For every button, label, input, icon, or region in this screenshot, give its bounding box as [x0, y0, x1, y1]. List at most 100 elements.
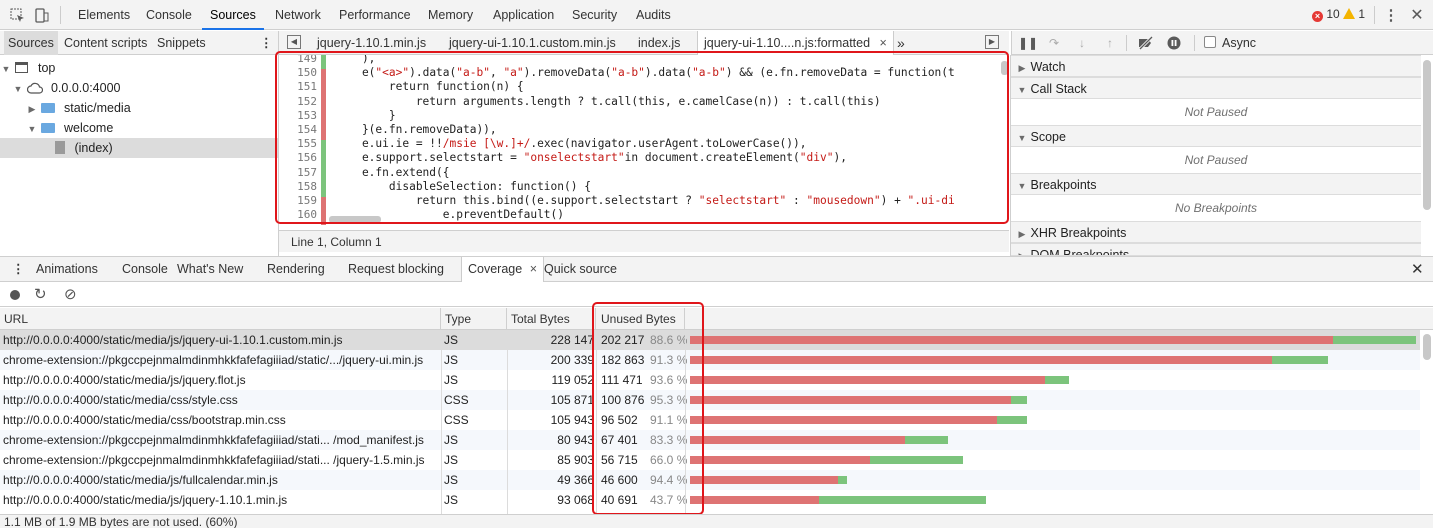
drawer-tabs: ⋮ Animations Console What's New Renderin…	[0, 256, 1433, 282]
row-type: JS	[444, 353, 459, 367]
debugger-scrollbar[interactable]	[1423, 60, 1431, 210]
highlight-box-code	[275, 51, 1009, 224]
tab-drawer-console[interactable]: Console	[116, 257, 174, 282]
coverage-row[interactable]: http://0.0.0.0:4000/static/media/js/jque…	[0, 490, 1420, 510]
column-header-type[interactable]: Type	[441, 308, 507, 330]
scope-status: Not Paused	[1184, 153, 1248, 167]
step-over-icon[interactable]: ↷	[1046, 35, 1062, 51]
row-url: http://0.0.0.0:4000/static/media/js/full…	[3, 473, 278, 487]
coverage-row[interactable]: http://0.0.0.0:4000/static/media/css/sty…	[0, 390, 1420, 410]
column-header-total-bytes[interactable]: Total Bytes	[507, 308, 596, 330]
expand-arrow-icon: ▼	[1017, 181, 1027, 191]
tab-performance[interactable]: Performance	[331, 0, 419, 30]
coverage-row[interactable]: http://0.0.0.0:4000/static/media/js/jque…	[0, 370, 1420, 390]
section-xhr-breakpoints[interactable]: ▶ XHR Breakpoints	[1011, 221, 1421, 243]
frame-icon	[15, 62, 29, 73]
error-count: 10	[1326, 7, 1340, 21]
more-options-icon[interactable]: ⋮	[256, 31, 277, 55]
tree-item-top[interactable]: ▼ top	[0, 58, 278, 78]
section-dom-breakpoints[interactable]: ▶ DOM Breakpoints	[1011, 243, 1421, 256]
error-warning-counter[interactable]: × 10 1	[1312, 7, 1365, 22]
tab-request-blocking[interactable]: Request blocking	[342, 257, 450, 282]
coverage-row[interactable]: http://0.0.0.0:4000/static/media/js/full…	[0, 470, 1420, 490]
unused-bar-segment	[690, 456, 871, 464]
row-url: chrome-extension://pkgccpejnmalmdinmhkkf…	[3, 353, 424, 367]
pause-icon[interactable]: ❚❚	[1018, 35, 1038, 51]
tab-network[interactable]: Network	[267, 0, 329, 30]
expand-arrow-icon: ▼	[27, 124, 37, 134]
breakpoints-status: No Breakpoints	[1174, 201, 1258, 215]
close-tab-icon[interactable]: ×	[880, 36, 887, 50]
drawer-menu-icon[interactable]: ⋮	[6, 257, 31, 282]
row-total-bytes: 85 903	[557, 453, 594, 467]
inspect-element-icon[interactable]	[8, 6, 26, 24]
tab-elements[interactable]: Elements	[70, 0, 138, 30]
coverage-row[interactable]: chrome-extension://pkgccpejnmalmdinmhkkf…	[0, 430, 1420, 450]
coverage-row[interactable]: http://0.0.0.0:4000/static/media/css/boo…	[0, 410, 1420, 430]
step-into-icon[interactable]: ↓	[1074, 35, 1090, 51]
tree-item-index[interactable]: (index)	[0, 138, 278, 158]
tab-snippets[interactable]: Snippets	[153, 31, 210, 55]
coverage-row[interactable]: http://0.0.0.0:4000/static/media/js/jque…	[0, 330, 1420, 350]
tab-navigator-sources[interactable]: Sources	[4, 31, 58, 55]
row-url: chrome-extension://pkgccpejnmalmdinmhkkf…	[3, 433, 424, 447]
close-devtools-icon[interactable]: ✕	[1408, 6, 1426, 24]
device-toolbar-icon[interactable]	[32, 6, 50, 24]
row-total-bytes: 105 943	[550, 413, 594, 427]
usage-bar	[690, 336, 1416, 344]
record-icon[interactable]	[10, 290, 20, 300]
column-header-url[interactable]: URL	[0, 308, 441, 330]
tree-item-host[interactable]: ▼ 0.0.0.0:4000	[0, 78, 278, 98]
row-total-bytes: 93 068	[557, 493, 594, 507]
coverage-row[interactable]: chrome-extension://pkgccpejnmalmdinmhkkf…	[0, 450, 1420, 470]
collapse-arrow-icon: ▶	[28, 104, 36, 114]
used-bar-segment	[1044, 376, 1069, 384]
used-bar-segment	[1333, 336, 1416, 344]
column-divider	[507, 330, 508, 514]
clear-icon[interactable]: ⊘	[64, 285, 77, 303]
row-type: JS	[444, 433, 459, 447]
tab-memory[interactable]: Memory	[420, 0, 481, 30]
usage-bar	[690, 416, 1028, 424]
tab-coverage[interactable]: Coverage ×	[461, 257, 544, 282]
unused-bar-segment	[690, 336, 1334, 344]
coverage-row[interactable]: chrome-extension://pkgccpejnmalmdinmhkkf…	[0, 350, 1420, 370]
tab-whats-new[interactable]: What's New	[171, 257, 249, 282]
tab-content-scripts[interactable]: Content scripts	[60, 31, 151, 55]
tab-security[interactable]: Security	[564, 0, 625, 30]
expand-arrow-icon: ▼	[13, 84, 23, 94]
unused-bar-segment	[690, 436, 905, 444]
tab-application[interactable]: Application	[485, 0, 562, 30]
deactivate-breakpoints-icon[interactable]	[1138, 35, 1154, 51]
step-out-icon[interactable]: ↑	[1102, 35, 1118, 51]
tab-animations[interactable]: Animations	[30, 257, 104, 282]
pause-on-exceptions-icon[interactable]	[1166, 35, 1182, 51]
tree-item-static-media[interactable]: ▶ static/media	[0, 98, 278, 118]
row-url: http://0.0.0.0:4000/static/media/js/jque…	[3, 493, 288, 507]
row-type: JS	[444, 333, 459, 347]
tree-item-label: top	[37, 61, 56, 75]
close-drawer-icon[interactable]: ✕	[1405, 257, 1430, 282]
tab-quick-source[interactable]: Quick source	[538, 257, 623, 282]
section-watch[interactable]: ▶ Watch	[1011, 55, 1421, 77]
tab-label: Coverage	[468, 262, 523, 276]
coverage-scrollbar[interactable]	[1423, 334, 1431, 360]
row-url: http://0.0.0.0:4000/static/media/css/boo…	[3, 413, 286, 427]
more-menu-icon[interactable]: ⋮	[1382, 6, 1400, 24]
toggle-navigator-icon[interactable]: ◀	[287, 35, 301, 49]
tree-item-label: welcome	[63, 121, 114, 135]
section-call-stack[interactable]: ▼ Call Stack	[1011, 77, 1421, 99]
tab-audits[interactable]: Audits	[628, 0, 679, 30]
column-header-usage[interactable]	[685, 308, 1433, 330]
section-scope[interactable]: ▼ Scope	[1011, 125, 1421, 147]
tab-rendering[interactable]: Rendering	[261, 257, 331, 282]
toggle-debugger-icon[interactable]: ▶	[985, 35, 999, 49]
tab-sources[interactable]: Sources	[202, 0, 264, 30]
section-breakpoints[interactable]: ▼ Breakpoints	[1011, 173, 1421, 195]
tree-item-welcome[interactable]: ▼ welcome	[0, 118, 278, 138]
reload-icon[interactable]: ↻	[34, 285, 47, 303]
expand-arrow-icon: ▼	[1017, 133, 1027, 143]
close-tab-icon[interactable]: ×	[530, 262, 537, 276]
tab-console[interactable]: Console	[138, 0, 200, 30]
async-checkbox[interactable]	[1204, 36, 1216, 48]
